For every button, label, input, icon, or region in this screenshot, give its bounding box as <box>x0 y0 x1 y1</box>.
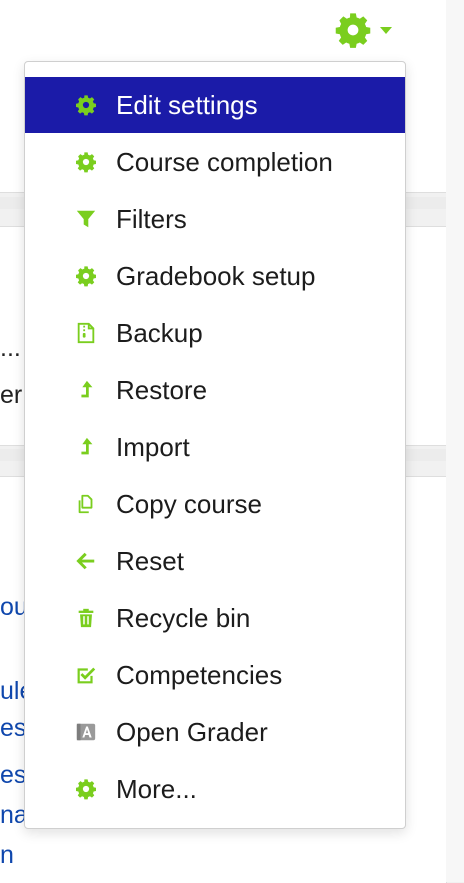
menu-item-label: Competencies <box>116 659 283 690</box>
menu-item-label: Course completion <box>116 146 333 177</box>
menu-item-filters[interactable]: Filters <box>25 191 405 247</box>
level-up-icon <box>73 377 99 403</box>
background-link[interactable]: es <box>0 760 26 790</box>
menu-item-label: Open Grader <box>116 716 268 747</box>
background-link[interactable]: n <box>0 840 14 870</box>
menu-item-competencies[interactable]: Competencies <box>25 647 405 703</box>
menu-item-more[interactable]: More... <box>25 761 405 817</box>
menu-item-reset[interactable]: Reset <box>25 533 405 589</box>
menu-item-label: Recycle bin <box>116 602 251 633</box>
menu-item-backup[interactable]: Backup <box>25 305 405 361</box>
background-text: ... <box>0 334 21 362</box>
filter-icon <box>73 206 99 232</box>
background-link[interactable]: es <box>0 713 26 743</box>
menu-item-label: Filters <box>116 203 187 234</box>
file-zip-icon <box>73 320 99 346</box>
menu-item-restore[interactable]: Restore <box>25 362 405 418</box>
gear-icon <box>73 263 99 289</box>
menu-item-label: Edit settings <box>116 89 258 120</box>
gear-icon <box>73 776 99 802</box>
gear-icon <box>335 13 371 48</box>
background-text: er <box>0 381 23 409</box>
menu-item-import[interactable]: Import <box>25 419 405 475</box>
menu-item-open-grader[interactable]: Open Grader <box>25 704 405 760</box>
menu-item-course-completion[interactable]: Course completion <box>25 134 405 190</box>
copy-icon <box>73 491 99 517</box>
menu-item-label: Restore <box>116 374 208 405</box>
trash-icon <box>73 605 99 631</box>
menu-item-label: Backup <box>116 317 203 348</box>
menu-item-edit-settings[interactable]: Edit settings <box>25 77 405 133</box>
check-square-icon <box>73 662 99 688</box>
arrow-left-icon <box>73 548 99 574</box>
menu-item-label: More... <box>116 773 197 804</box>
gear-icon <box>73 92 99 118</box>
menu-item-label: Import <box>116 431 190 462</box>
grader-icon <box>73 719 99 745</box>
gear-icon <box>73 149 99 175</box>
page-right-edge <box>446 0 464 882</box>
menu-item-recycle-bin[interactable]: Recycle bin <box>25 590 405 646</box>
menu-item-gradebook-setup[interactable]: Gradebook setup <box>25 248 405 304</box>
course-admin-menu: Edit settings Course completion Filters … <box>24 61 406 829</box>
menu-item-label: Reset <box>116 545 184 576</box>
menu-item-label: Gradebook setup <box>116 260 316 291</box>
chevron-down-icon <box>380 26 392 34</box>
menu-item-label: Copy course <box>116 488 262 519</box>
level-up-icon <box>73 434 99 460</box>
menu-item-copy-course[interactable]: Copy course <box>25 476 405 532</box>
course-admin-menu-toggle[interactable] <box>334 8 414 52</box>
